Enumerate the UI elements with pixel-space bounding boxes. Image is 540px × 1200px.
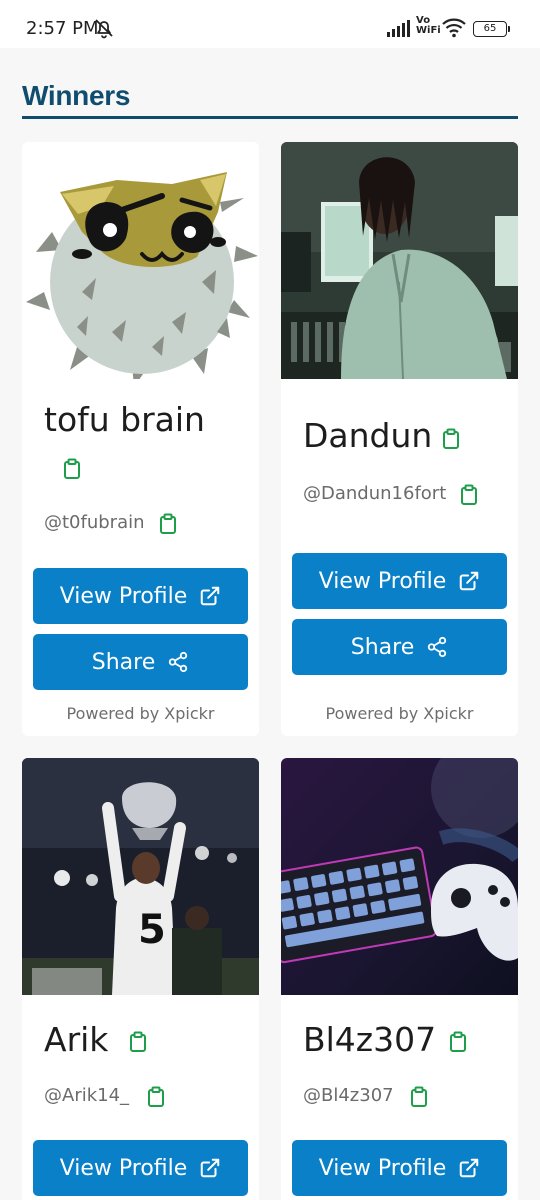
- clipboard-icon[interactable]: [409, 1086, 429, 1108]
- winner-name: Bl4z307: [303, 1020, 437, 1059]
- external-link-icon: [199, 585, 221, 607]
- clipboard-icon[interactable]: [448, 1031, 468, 1053]
- wifi-icon: [442, 18, 466, 38]
- profile-photo: [281, 758, 518, 995]
- external-link-icon: [458, 570, 480, 592]
- winner-name: tofu brain: [44, 400, 205, 439]
- winner-card: Bl4z307 @Bl4z307 View Profile: [281, 758, 518, 1200]
- winner-card: tofu brain @t0fubrain View Profile Share…: [22, 142, 259, 736]
- view-profile-label: View Profile: [59, 583, 188, 609]
- clipboard-icon[interactable]: [158, 513, 178, 535]
- winner-name: Dandun: [303, 416, 433, 455]
- winner-name: Arik: [44, 1020, 109, 1059]
- title-divider: [22, 116, 518, 119]
- view-profile-button[interactable]: View Profile: [33, 1140, 248, 1196]
- share-label: Share: [91, 649, 156, 675]
- mute-icon: [95, 19, 113, 39]
- share-icon: [167, 651, 189, 673]
- share-icon: [426, 636, 448, 658]
- clipboard-icon[interactable]: [459, 484, 479, 506]
- winner-handle: @Bl4z307: [303, 1085, 394, 1106]
- profile-photo: 5: [22, 758, 259, 995]
- winner-handle: @t0fubrain: [44, 512, 145, 533]
- winner-card: Dandun @Dandun16fort View Profile Share …: [281, 142, 518, 736]
- signal-icon: [387, 20, 410, 37]
- clipboard-icon[interactable]: [146, 1086, 166, 1108]
- profile-photo: [281, 142, 518, 379]
- clipboard-icon[interactable]: [441, 428, 461, 450]
- svg-text:5: 5: [138, 907, 166, 953]
- share-button[interactable]: Share: [292, 619, 507, 675]
- vowifi-line-2: WiFi: [416, 25, 441, 36]
- view-profile-label: View Profile: [318, 568, 447, 594]
- external-link-icon: [199, 1157, 221, 1179]
- status-bar: 2:57 PM Vo WiFi 65: [0, 0, 540, 48]
- share-button[interactable]: Share: [33, 634, 248, 690]
- vowifi-indicator: Vo WiFi: [416, 16, 441, 36]
- profile-photo: [22, 142, 259, 379]
- view-profile-label: View Profile: [318, 1155, 447, 1181]
- winner-handle: @Dandun16fort: [303, 483, 447, 504]
- view-profile-button[interactable]: View Profile: [292, 1140, 507, 1196]
- battery-indicator: 65: [473, 21, 510, 37]
- view-profile-button[interactable]: View Profile: [292, 553, 507, 609]
- status-time: 2:57 PM: [26, 18, 99, 39]
- page-title: Winners: [22, 80, 131, 111]
- share-label: Share: [350, 634, 415, 660]
- winner-handle: @Arik14_: [44, 1085, 130, 1106]
- view-profile-label: View Profile: [59, 1155, 188, 1181]
- external-link-icon: [458, 1157, 480, 1179]
- clipboard-icon[interactable]: [62, 458, 82, 480]
- winner-card: 5 Arik @Arik14_ View Profile: [22, 758, 259, 1200]
- powered-by-text: Powered by Xpickr: [66, 704, 215, 723]
- clipboard-icon[interactable]: [128, 1031, 148, 1053]
- powered-by-text: Powered by Xpickr: [325, 704, 474, 723]
- view-profile-button[interactable]: View Profile: [33, 568, 248, 624]
